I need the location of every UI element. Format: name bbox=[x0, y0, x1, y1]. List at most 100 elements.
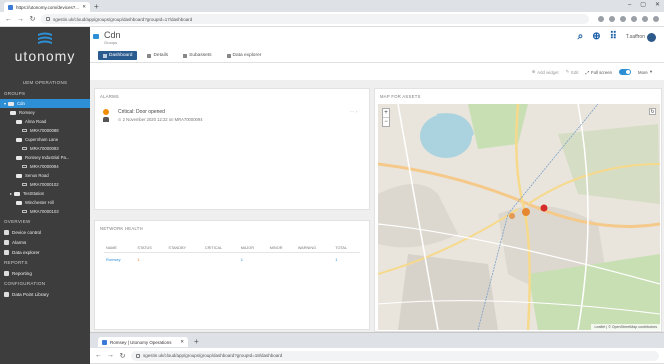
alarms-widget: ALARMS Critical: Door opened ⊙ 2 Novembe… bbox=[94, 88, 370, 210]
widget-title: ALARMS bbox=[100, 94, 120, 99]
chevron-down-icon: ▾ bbox=[649, 69, 652, 74]
forward-icon[interactable]: → bbox=[107, 352, 114, 359]
url-input[interactable]: sgestin.uk/cloud/app/groups/group/dashbo… bbox=[41, 14, 589, 24]
chevron-right-icon[interactable]: ▸ bbox=[10, 191, 12, 196]
close-tab-icon[interactable]: ✕ bbox=[82, 4, 86, 10]
tree-item-label: Romsey bbox=[19, 110, 35, 115]
widget-title: MAP FOR ASSETS bbox=[380, 94, 421, 99]
zoom-in-button[interactable]: + bbox=[383, 109, 389, 117]
add-widget-button[interactable]: ⊕ Add widget bbox=[532, 69, 559, 75]
refresh-icon: ↻ bbox=[650, 109, 655, 115]
tab-subassets[interactable]: Subassets bbox=[178, 51, 216, 60]
page-title: Cdn bbox=[104, 30, 121, 40]
sidebar-item-alarms[interactable]: Alarms bbox=[0, 237, 90, 247]
search-icon[interactable]: ⌕ bbox=[578, 31, 584, 43]
group-icon bbox=[93, 34, 99, 39]
zoom-out-button[interactable]: − bbox=[383, 117, 389, 126]
full-screen-button[interactable]: ⤢ Full screen bbox=[586, 70, 612, 75]
column-header: TOTAL bbox=[333, 244, 360, 253]
map-tiles[interactable] bbox=[377, 103, 661, 331]
browser-tab-title: Romsey | Utonomy Operations bbox=[110, 339, 172, 345]
sidebar-tree-item[interactable]: MRA70000094 bbox=[0, 162, 90, 171]
sidebar-tree-item[interactable]: MRA70000102 bbox=[0, 180, 90, 189]
browser-tab[interactable]: Romsey | Utonomy Operations ✕ bbox=[98, 337, 188, 347]
menu-icon[interactable] bbox=[653, 16, 659, 22]
network-health-widget: NETWORK HEALTH bbox=[94, 220, 370, 330]
row-warning bbox=[296, 253, 333, 267]
report-icon bbox=[4, 270, 9, 276]
tree-item-label: MRA70000103 bbox=[30, 209, 59, 214]
alarm-item[interactable]: Critical: Door opened ⊙ 2 November 2020 … bbox=[99, 108, 359, 128]
table-row[interactable]: Romsey 1 1 1 bbox=[104, 253, 360, 267]
forward-icon[interactable]: → bbox=[17, 16, 24, 23]
extension-icon[interactable] bbox=[598, 16, 604, 22]
user-menu[interactable]: T.saffron bbox=[626, 32, 656, 42]
alarm-actions[interactable]: ⋯ › bbox=[350, 109, 357, 115]
row-name[interactable]: Romsey bbox=[104, 253, 135, 267]
device-icon bbox=[22, 129, 27, 132]
sidebar-item-data-explorer[interactable]: Data explorer bbox=[0, 247, 90, 257]
map-attribution: Leaflet | © OpenStreetMap contributors bbox=[591, 324, 660, 330]
url-text: sgestin.uk/cloud/app/groups/group/dashbo… bbox=[53, 16, 193, 22]
close-window-icon[interactable]: ✕ bbox=[655, 1, 660, 10]
tab-data-explorer[interactable]: Data explorer bbox=[222, 51, 267, 60]
utonomy-logo-icon bbox=[38, 32, 52, 44]
sidebar-item-data-point-library[interactable]: Data Point Library bbox=[0, 289, 90, 299]
zoom-control: + − bbox=[382, 108, 390, 127]
sidebar-tree-item[interactable]: Alma Road bbox=[0, 117, 90, 126]
sidebar-tree-item[interactable]: Winchester Hill bbox=[0, 198, 90, 207]
row-critical bbox=[203, 253, 239, 267]
chevron-down-icon[interactable]: ▾ bbox=[4, 101, 6, 106]
brand[interactable]: utonomy bbox=[0, 27, 90, 77]
sidebar-item-device-control[interactable]: Device control bbox=[0, 227, 90, 237]
minimize-icon[interactable]: – bbox=[628, 1, 631, 10]
full-screen-toggle[interactable] bbox=[619, 69, 632, 75]
bell-icon bbox=[4, 239, 9, 245]
sidebar-tree-item[interactable]: Cupernham Lane bbox=[0, 135, 90, 144]
new-tab-button[interactable]: + bbox=[94, 2, 99, 11]
profile-icon[interactable] bbox=[642, 16, 648, 22]
sidebar-tree-item[interactable]: ▾ Cdn bbox=[0, 99, 90, 108]
back-icon[interactable]: ← bbox=[95, 352, 102, 359]
close-tab-icon[interactable]: ✕ bbox=[180, 339, 184, 345]
reload-icon[interactable]: ↻ bbox=[29, 15, 36, 23]
extension-icon[interactable] bbox=[631, 16, 637, 22]
dashboard-content: ALARMS Critical: Door opened ⊙ 2 Novembe… bbox=[90, 80, 664, 332]
tree-item-label: TestStation bbox=[23, 191, 45, 196]
sidebar-tree-item[interactable]: MRA70000093 bbox=[0, 144, 90, 153]
sidebar: utonomy UEM OPERATIONS GROUPS ▾ Cdn Romsey… bbox=[0, 27, 90, 364]
tab-details[interactable]: Details bbox=[142, 51, 173, 60]
edit-button[interactable]: ✎ Edit bbox=[566, 69, 579, 75]
sidebar-tree-item[interactable]: Romsey bbox=[0, 108, 90, 117]
map-reset-button[interactable]: ↻ bbox=[649, 108, 656, 115]
tree-item-label: Cdn bbox=[17, 101, 25, 106]
reload-icon[interactable]: ↻ bbox=[119, 352, 126, 360]
tree-item-label: MRA70000093 bbox=[30, 146, 59, 151]
row-standby bbox=[166, 253, 202, 267]
sidebar-tree-item[interactable]: ▸ TestStation bbox=[0, 189, 90, 198]
sidebar-tree-item[interactable]: MRA70000088 bbox=[0, 126, 90, 135]
sidebar-item-reporting[interactable]: Reporting bbox=[0, 268, 90, 278]
url-input[interactable]: sgestin.uk/cloud/app/groups/group/dashbo… bbox=[131, 350, 659, 361]
back-icon[interactable]: ← bbox=[5, 16, 12, 23]
maximize-icon[interactable]: ▢ bbox=[640, 1, 646, 10]
add-icon[interactable]: ⊕ bbox=[592, 31, 600, 43]
tab-dashboard[interactable]: Dashboard bbox=[98, 51, 138, 60]
new-tab-button[interactable]: + bbox=[194, 337, 199, 346]
apps-icon[interactable]: ⠿ bbox=[610, 31, 617, 43]
expand-icon: ⤢ bbox=[585, 69, 590, 75]
sidebar-tree-item[interactable]: MRA70000103 bbox=[0, 207, 90, 216]
browser-tab[interactable]: https://utonomy.com/devices?... ✕ bbox=[4, 2, 90, 12]
subassets-icon bbox=[183, 53, 188, 58]
section-title: UEM OPERATIONS bbox=[22, 80, 68, 85]
sidebar-tree-item[interactable]: Romsey Industrial Pa... bbox=[0, 153, 90, 162]
asset-map[interactable]: + − ↻ Leaflet | © OpenStreetMap contribu… bbox=[377, 103, 661, 331]
extension-icon[interactable] bbox=[620, 16, 626, 22]
more-button[interactable]: More ▾ bbox=[638, 69, 652, 75]
folder-icon bbox=[10, 110, 16, 115]
column-header: MINOR bbox=[267, 244, 296, 253]
critical-status-icon bbox=[103, 109, 109, 115]
extension-icon[interactable] bbox=[609, 16, 615, 22]
alarm-title: Critical: Door opened bbox=[118, 109, 165, 115]
sidebar-tree-item[interactable]: Senus Road bbox=[0, 171, 90, 180]
